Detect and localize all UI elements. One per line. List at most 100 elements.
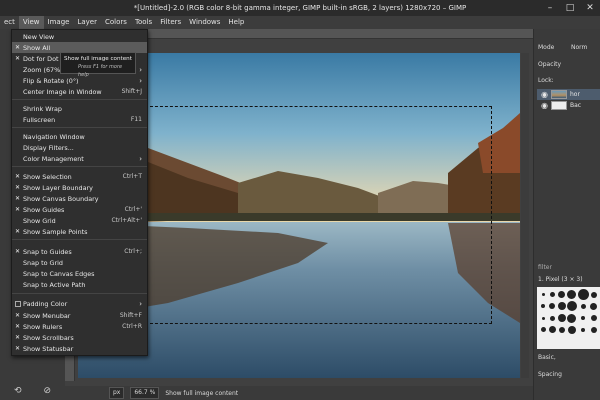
- menu-item-display-filters[interactable]: Display Filters...: [12, 142, 147, 153]
- menu-item-show-canvas-boundary[interactable]: Show Canvas Boundary: [12, 193, 147, 204]
- window-titlebar: *[Untitled]-2.0 (RGB color 8-bit gamma i…: [0, 0, 600, 16]
- menu-help[interactable]: Help: [224, 16, 248, 29]
- opacity-row[interactable]: Opacity: [534, 61, 600, 68]
- menu-colors[interactable]: Colors: [101, 16, 131, 29]
- menu-item-snap-to-canvas-edges[interactable]: Snap to Canvas Edges: [12, 268, 147, 279]
- menu-separator: [12, 293, 147, 294]
- menu-item-show-guides[interactable]: Show GuidesCtrl+': [12, 204, 147, 215]
- eye-icon[interactable]: ◉: [541, 101, 548, 110]
- menu-filters[interactable]: Filters: [156, 16, 185, 29]
- minimize-icon[interactable]: –: [544, 2, 556, 14]
- check-icon: [12, 248, 23, 255]
- brush-swatch[interactable]: [590, 291, 597, 298]
- menu-separator: [12, 166, 147, 167]
- check-icon: [12, 173, 23, 180]
- brush-filter[interactable]: filter: [534, 264, 600, 271]
- brush-swatch[interactable]: [541, 316, 545, 320]
- brush-swatch[interactable]: [558, 326, 565, 333]
- brush-swatch[interactable]: [577, 289, 589, 300]
- layer-name: Bac: [569, 102, 582, 109]
- brush-swatch[interactable]: [567, 313, 577, 323]
- maximize-icon[interactable]: □: [564, 2, 576, 14]
- brush-swatch[interactable]: [549, 303, 556, 310]
- zoom-select[interactable]: 66.7 %: [130, 387, 160, 399]
- brush-swatch[interactable]: [566, 301, 577, 312]
- check-icon: [12, 345, 23, 352]
- brush-swatch[interactable]: [590, 302, 598, 310]
- layer-row[interactable]: ◉ Bac: [537, 100, 600, 111]
- layer-thumbnail: [550, 90, 567, 99]
- menu-item-shrink-wrap[interactable]: Shrink Wrap: [12, 103, 147, 114]
- brush-category: Basic,: [538, 354, 556, 361]
- check-icon: [12, 55, 23, 62]
- menu-item-snap-to-grid[interactable]: Snap to Grid: [12, 257, 147, 268]
- menu-edit[interactable]: ect: [0, 16, 19, 29]
- menu-tools[interactable]: Tools: [131, 16, 156, 29]
- reset-icon[interactable]: ⊘: [44, 386, 52, 396]
- brush-swatch[interactable]: [557, 302, 566, 311]
- brush-swatch[interactable]: [581, 316, 586, 321]
- brush-swatch[interactable]: [557, 314, 566, 323]
- left-dock-footer: ⟲ ⊘: [0, 382, 65, 400]
- menu-view[interactable]: View: [18, 16, 44, 29]
- menu-item-navigation-window[interactable]: Navigation Window: [12, 131, 147, 142]
- menu-item-new-view[interactable]: New View: [12, 31, 147, 42]
- spacing-row[interactable]: Spacing: [534, 371, 600, 378]
- brush-swatch[interactable]: [541, 304, 546, 309]
- close-icon[interactable]: ✕: [584, 2, 596, 14]
- menu-item-show-statusbar[interactable]: Show Statusbar: [12, 343, 147, 354]
- layer-name: hor: [569, 91, 580, 98]
- brush-filter-input[interactable]: filter: [538, 264, 552, 271]
- menu-layer[interactable]: Layer: [73, 16, 101, 29]
- tooltip-help: Press F1 for more help: [78, 64, 123, 78]
- submenu-arrow-icon: ›: [139, 65, 142, 74]
- window-title: *[Untitled]-2.0 (RGB color 8-bit gamma i…: [133, 4, 467, 12]
- lock-row: Lock:: [534, 77, 600, 84]
- color-swatch-icon: [15, 300, 21, 307]
- check-icon: [12, 334, 23, 341]
- brush-grid[interactable]: [537, 287, 600, 349]
- menu-item-show-sample-points[interactable]: Show Sample Points: [12, 226, 147, 237]
- menu-item-center-image[interactable]: Center Image in Window Shift+J: [12, 86, 147, 97]
- tooltip-text: Show full image content: [64, 56, 132, 62]
- check-icon: [12, 323, 23, 330]
- layer-row[interactable]: ◉ hor: [537, 89, 600, 100]
- menu-item-show-rulers[interactable]: Show RulersCtrl+R: [12, 321, 147, 332]
- brush-swatch[interactable]: [567, 290, 577, 299]
- menu-item-fullscreen[interactable]: Fullscreen F11: [12, 114, 147, 125]
- menubar: ect View Image Layer Colors Tools Filter…: [0, 16, 600, 29]
- eye-icon[interactable]: ◉: [541, 90, 548, 99]
- menu-item-show-scrollbars[interactable]: Show Scrollbars: [12, 332, 147, 343]
- brush-swatch[interactable]: [580, 303, 586, 309]
- brush-swatch[interactable]: [548, 326, 556, 334]
- menu-separator: [12, 127, 147, 128]
- brush-swatch[interactable]: [540, 327, 546, 333]
- brush-swatch[interactable]: [549, 292, 555, 297]
- window-controls: – □ ✕: [544, 2, 596, 14]
- brush-swatch[interactable]: [558, 291, 566, 298]
- unit-select[interactable]: px: [109, 387, 125, 399]
- brush-swatch[interactable]: [567, 325, 576, 334]
- brush-swatch[interactable]: [541, 293, 545, 296]
- vertical-scrollbar[interactable]: [521, 53, 529, 378]
- menu-item-snap-to-active-path[interactable]: Snap to Active Path: [12, 279, 147, 290]
- brush-swatch[interactable]: [581, 327, 586, 332]
- brush-swatch[interactable]: [590, 326, 597, 333]
- brush-swatch[interactable]: [590, 315, 597, 322]
- brush-name-row: 1. Pixel (3 × 3): [534, 276, 600, 283]
- menu-image[interactable]: Image: [44, 16, 74, 29]
- mode-select[interactable]: Norm: [571, 44, 587, 51]
- menu-item-padding-color[interactable]: Padding Color ›: [12, 298, 147, 309]
- brush-swatch[interactable]: [549, 315, 555, 321]
- check-icon: [12, 184, 23, 191]
- selection-marquee: [140, 106, 492, 324]
- menu-item-snap-to-guides[interactable]: Snap to GuidesCtrl+;: [12, 246, 147, 257]
- menu-item-show-layer-boundary[interactable]: Show Layer Boundary: [12, 182, 147, 193]
- brush-category-row: Basic,: [534, 354, 600, 361]
- menu-item-color-management[interactable]: Color Management ›: [12, 153, 147, 164]
- menu-item-show-menubar[interactable]: Show MenubarShift+F: [12, 310, 147, 321]
- menu-item-show-selection[interactable]: Show SelectionCtrl+T: [12, 171, 147, 182]
- menu-windows[interactable]: Windows: [185, 16, 224, 29]
- menu-item-show-grid[interactable]: Show Grid Ctrl+Alt+': [12, 215, 147, 226]
- undo-history-icon[interactable]: ⟲: [14, 386, 22, 396]
